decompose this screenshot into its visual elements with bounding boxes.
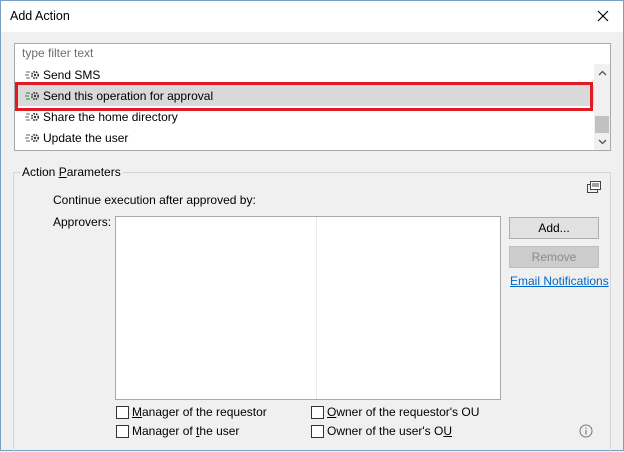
list-item-label: Share the home directory (43, 109, 178, 124)
checkbox-label: Owner of the user's OU (327, 424, 453, 438)
manager-of-requestor-checkbox[interactable]: Manager of the requestor (116, 405, 267, 419)
continue-label: Continue execution after approved by: (53, 193, 256, 207)
checkbox-box[interactable] (311, 424, 324, 438)
gear-icon (25, 70, 40, 79)
email-notifications-link[interactable]: Email Notifications (510, 274, 609, 288)
gear-icon (25, 133, 40, 142)
checkbox-box[interactable] (116, 424, 129, 438)
close-button[interactable] (589, 3, 617, 29)
manager-of-user-checkbox[interactable]: Manager of the user (116, 424, 239, 438)
add-button[interactable]: Add... (509, 217, 599, 239)
remove-button[interactable]: Remove (509, 246, 599, 268)
checkbox-label: Manager of the requestor (132, 405, 267, 419)
dialog-title: Add Action (10, 9, 70, 23)
chevron-up-icon (598, 70, 606, 76)
checkbox-label: Owner of the requestor's OU (327, 405, 480, 419)
approvers-label: Approvers: (53, 215, 112, 229)
filter-input[interactable]: type filter text (14, 43, 611, 64)
scroll-up-button[interactable] (594, 66, 610, 80)
gear-icon (25, 112, 40, 121)
list-item[interactable]: Update the user (15, 127, 595, 148)
column-divider (316, 217, 317, 399)
group-title: Action Parameters (20, 165, 123, 179)
scroll-thumb[interactable] (595, 116, 609, 133)
list-item-label: Send SMS (43, 67, 101, 82)
owner-of-requestor-ou-checkbox[interactable]: Owner of the requestor's OU (311, 405, 479, 419)
checkbox-box[interactable] (116, 405, 129, 419)
checkbox-box[interactable] (311, 405, 324, 419)
help-panel-icon[interactable] (587, 181, 601, 193)
owner-of-user-ou-checkbox[interactable]: Owner of the user's OU (311, 424, 452, 438)
selection-highlight-annotation (15, 82, 593, 111)
list-item-label: Update the user (43, 130, 129, 145)
list-scrollbar[interactable] (594, 64, 610, 150)
chevron-down-icon (598, 139, 606, 145)
info-icon[interactable] (579, 424, 593, 438)
scroll-down-button[interactable] (594, 135, 610, 149)
close-icon (597, 10, 609, 22)
add-action-dialog: Add Action type filter text Send SMS Sen… (0, 0, 624, 452)
title-bar: Add Action (1, 1, 623, 32)
checkbox-label: Manager of the user (132, 424, 240, 438)
approvers-list[interactable] (115, 216, 501, 400)
